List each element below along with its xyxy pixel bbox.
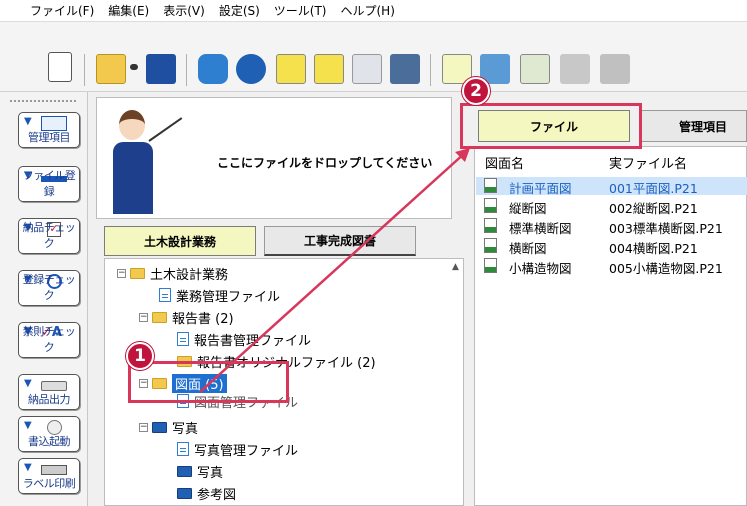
drag-arrow (199, 148, 470, 393)
step-badge-2: 2 (462, 77, 490, 105)
step-badge-1: 1 (126, 342, 154, 370)
